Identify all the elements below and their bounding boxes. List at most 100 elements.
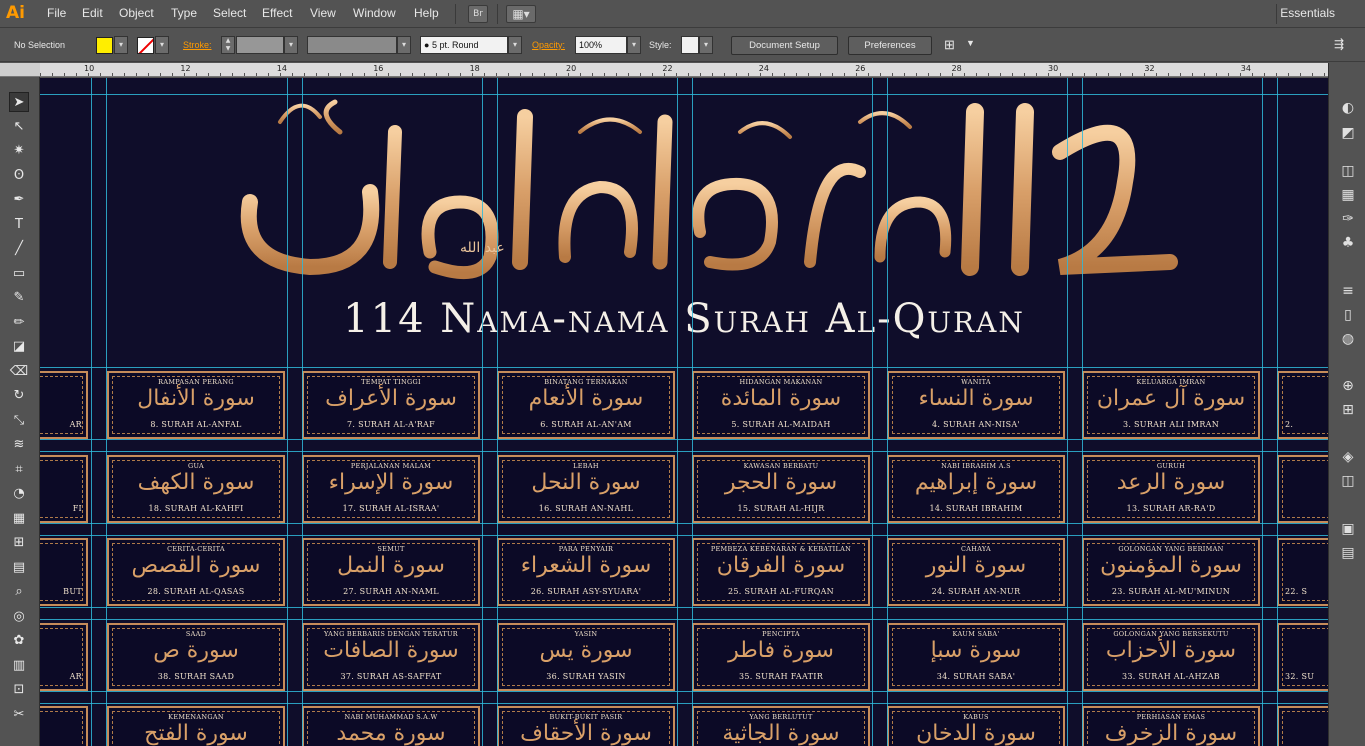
vertical-guide[interactable] [1262,78,1263,746]
panel-menu-icon[interactable]: ⇶ [1334,37,1344,51]
brush-dropdown[interactable]: ▾ [508,36,522,54]
line-tool-icon[interactable]: ╱ [9,239,29,259]
surah-card[interactable]: Cerita-cerita سورة القصص 28. Surah Al-Qasa… [107,538,285,606]
surah-card[interactable]: Kaum Saba' سورة سبإ 34. Surah Saba' [887,623,1065,691]
vertical-guide[interactable] [497,78,498,746]
surah-card[interactable]: Rampasan Perang سورة الأنفال 8. Surah Al-A… [107,371,285,439]
rotate-tool-icon[interactable]: ↻ [9,386,29,406]
surah-card[interactable]: Yang Berbaris Dengan Teratur سورة الصافات… [302,623,480,691]
vertical-guide[interactable] [872,78,873,746]
menu-type[interactable]: Type [171,6,197,20]
graphic-style-swatch[interactable] [681,36,699,54]
free-transform-tool-icon[interactable]: ⌗ [9,460,29,480]
surah-card[interactable]: Nabi Muhammad S.A.W سورة محمد [302,706,480,746]
menu-object[interactable]: Object [119,6,154,20]
surah-card-partial[interactable]: 32. SU [1277,623,1328,691]
gradient-panel-icon[interactable]: ◩ [1338,123,1358,143]
vertical-guide[interactable] [482,78,483,746]
horizontal-guide[interactable] [40,535,1328,536]
pencil-tool-icon[interactable]: ✏ [9,313,29,333]
surah-card[interactable]: Lebah سورة النحل 16. Surah An-Nahl [497,455,675,523]
variable-width-dropdown[interactable]: ▾ [397,36,411,54]
vertical-guide[interactable] [302,78,303,746]
vertical-guide[interactable] [692,78,693,746]
vertical-guide[interactable] [1277,78,1278,746]
surah-card-partial[interactable]: BUT [40,538,88,606]
pen-tool-icon[interactable]: ✒ [9,190,29,210]
surah-card[interactable]: Semut سورة النمل 27. Surah An-Naml [302,538,480,606]
rectangle-tool-icon[interactable]: ▭ [9,264,29,284]
style-dropdown[interactable]: ▾ [699,36,713,54]
gradient-tool-icon[interactable]: ▤ [9,558,29,578]
transform-panel-icon[interactable]: ⊞ [1338,400,1358,420]
workspace-switcher[interactable]: Essentials [1280,6,1335,20]
horizontal-ruler[interactable]: 10 12 14 16 18 20 22 24 26 28 30 32 34 [40,63,1328,77]
transparency-panel-icon[interactable]: ◫ [1338,161,1358,181]
lasso-tool-icon[interactable]: ʘ [9,166,29,186]
vertical-guide[interactable] [1082,78,1083,746]
vertical-guide[interactable] [1067,78,1068,746]
ruler-origin[interactable] [0,63,40,77]
surah-card-partial[interactable]: AR [40,623,88,691]
paintbrush-tool-icon[interactable]: ✎ [9,288,29,308]
slice-tool-icon[interactable]: ✂ [9,705,29,725]
graphic-styles-panel-icon[interactable]: ▤ [1338,543,1358,563]
artboard-canvas[interactable]: عبد الله 114 Nama-nama Surah Al-Quran Ra… [40,78,1328,746]
scale-tool-icon[interactable]: ⤡ [9,411,29,431]
surah-card[interactable]: Saad سورة ص 38. Surah Saad [107,623,285,691]
brushes-panel-icon[interactable]: ✑ [1338,209,1358,229]
layers-panel-icon[interactable]: ◈ [1338,447,1358,467]
selection-tool-icon[interactable]: ➤ [9,92,29,112]
stroke-dropdown[interactable]: ▾ [155,36,169,54]
appearance-panel-icon[interactable]: ◍ [1338,329,1358,349]
stroke-weight-dropdown[interactable]: ▾ [284,36,298,54]
vertical-guide[interactable] [887,78,888,746]
width-tool-icon[interactable]: ≋ [9,435,29,455]
menu-edit[interactable]: Edit [82,6,103,20]
variable-width-profile[interactable] [307,36,397,54]
gradient-swatch-icon[interactable]: ▯ [1338,305,1358,325]
menu-window[interactable]: Window [353,6,396,20]
symbol-sprayer-tool-icon[interactable]: ✿ [9,631,29,651]
surah-card[interactable]: Yasin سورة يس 36. Surah Yasin [497,623,675,691]
surah-card[interactable]: Perjalanan Malam سورة الإسراء 17. Surah Al… [302,455,480,523]
artboard-tool-icon[interactable]: ⊡ [9,680,29,700]
surah-card-partial[interactable] [40,706,88,746]
transform-icon[interactable]: ⊞ [944,37,955,53]
chevron-down-icon[interactable]: ▼ [966,38,975,48]
opacity-field[interactable]: 100% [575,36,627,54]
opacity-label[interactable]: Opacity: [532,40,565,50]
fill-dropdown[interactable]: ▾ [114,36,128,54]
surah-card[interactable]: Pencipta سورة فاطر 35. Surah Faatir [692,623,870,691]
pathfinder-panel-icon[interactable]: ▣ [1338,519,1358,539]
vertical-guide[interactable] [91,78,92,746]
stroke-swatch[interactable] [137,37,154,54]
surah-card-partial[interactable]: AR [40,371,88,439]
document-setup-button[interactable]: Document Setup [731,36,838,55]
horizontal-guide[interactable] [40,691,1328,692]
horizontal-guide[interactable] [40,367,1328,368]
surah-card[interactable]: Cahaya سورة النور 24. Surah An-Nur [887,538,1065,606]
preferences-button[interactable]: Preferences [848,36,932,55]
surah-card[interactable]: Nabi Ibrahim A.S سورة إبراهيم 14. Surah Ib… [887,455,1065,523]
stroke-weight-field[interactable] [236,36,284,54]
stroke-weight-stepper[interactable]: ▲ ▼ [221,36,235,54]
horizontal-guide[interactable] [40,439,1328,440]
column-graph-tool-icon[interactable]: ▥ [9,656,29,676]
artboards-panel-icon[interactable]: ◫ [1338,471,1358,491]
horizontal-guide[interactable] [40,619,1328,620]
stroke-label[interactable]: Stroke: [183,40,212,50]
surah-card[interactable]: Hidangan Makanan سورة المائدة 5. Surah Al-… [692,371,870,439]
align-panel-icon[interactable]: ⊕ [1338,376,1358,396]
horizontal-guide[interactable] [40,94,1328,95]
perspective-grid-tool-icon[interactable]: ▦ [9,509,29,529]
menu-view[interactable]: View [310,6,336,20]
surah-card[interactable]: Tempat Tinggi سورة الأعراف 7. Surah Al-A'r… [302,371,480,439]
eraser-tool-icon[interactable]: ⌫ [9,362,29,382]
opacity-dropdown[interactable]: ▾ [627,36,641,54]
vertical-guide[interactable] [106,78,107,746]
surah-card[interactable]: Binatang Ternakan سورة الأنعام 6. Surah Al… [497,371,675,439]
eyedropper-tool-icon[interactable]: ⌕ [9,582,29,602]
surah-card-partial[interactable] [1277,455,1328,523]
mesh-tool-icon[interactable]: ⊞ [9,533,29,553]
